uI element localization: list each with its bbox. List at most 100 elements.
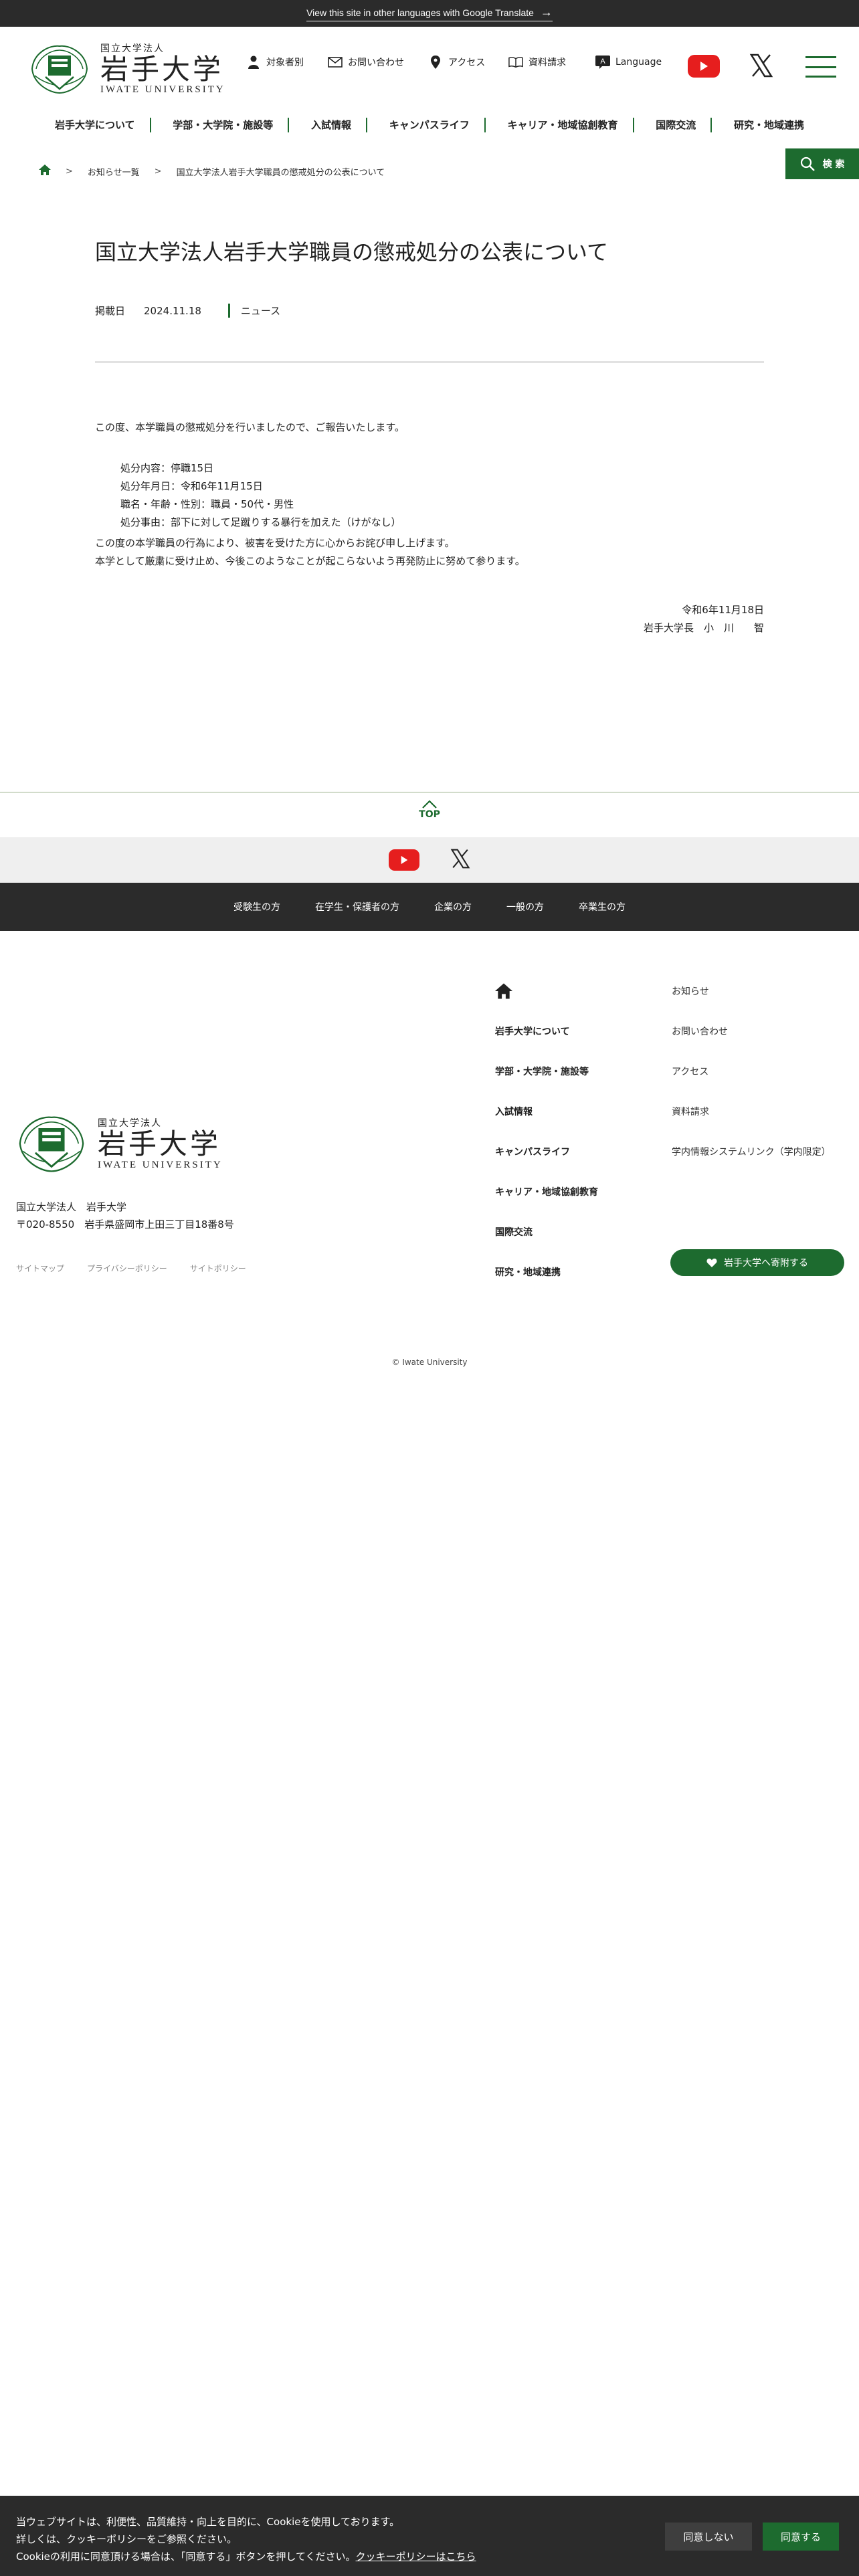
article-meta: 掲載日 2024.11.18 ニュース — [95, 304, 280, 318]
audience-students[interactable]: 在学生・保護者の方 — [315, 900, 399, 914]
breadcrumb-news-list[interactable]: お知らせ一覧 — [88, 165, 140, 178]
footer-address: 国立大学法人 岩手大学 〒020-8550 岩手県盛岡市上田三丁目18番8号 — [16, 1198, 234, 1233]
donate-button[interactable]: 岩手大学へ寄附する — [670, 1249, 844, 1276]
cookie-text: 当ウェブサイトは、利便性、品質維持・向上を目的に、Cookieを使用しております… — [16, 2513, 476, 2565]
audience-companies[interactable]: 企業の方 — [434, 900, 472, 914]
gnav-career[interactable]: キャリア・地域協創教育 — [492, 118, 634, 132]
cookie-policy-link[interactable]: クッキーポリシーはこちら — [356, 2551, 476, 2563]
footer-nav-main: 岩手大学について 学部・大学院・施設等 入試情報 キャンパスライフ キャリア・地… — [495, 971, 598, 1292]
mail-icon — [328, 55, 343, 70]
gnav-research[interactable]: 研究・地域連携 — [719, 118, 819, 132]
utility-brochure-link[interactable]: 資料請求 — [508, 55, 566, 70]
utility-label: アクセス — [448, 58, 486, 68]
chevron-up-icon — [422, 800, 437, 809]
privacy-policy-link[interactable]: プライバシーポリシー — [87, 1263, 167, 1274]
chevron-right-icon: > — [66, 166, 73, 177]
cookie-line: Cookieの利用に同意頂ける場合は、「同意する」ボタンを押してください。 — [16, 2551, 356, 2563]
utility-language-link[interactable]: A Language — [595, 55, 662, 70]
back-to-top-label: TOP — [419, 809, 440, 820]
signature-date: 令和6年11月18日 — [682, 604, 764, 616]
donate-label: 岩手大学へ寄附する — [724, 1258, 808, 1269]
cookie-line: 詳しくは、クッキーポリシーをご参照ください。 — [16, 2533, 237, 2545]
home-icon[interactable] — [39, 165, 51, 178]
utility-target-link[interactable]: 対象者別 — [246, 55, 304, 70]
translate-bar: View this site in other languages with G… — [0, 0, 859, 27]
footer-nav-intranet[interactable]: 学内情報システムリンク（学内限定） — [672, 1132, 831, 1172]
article-body: この度、本学職員の懲戒処分を行いましたので、ご報告いたします。 処分内容：停職1… — [95, 419, 764, 637]
audience-nav: 受験生の方 在学生・保護者の方 企業の方 一般の方 卒業生の方 — [0, 883, 859, 931]
youtube-button[interactable] — [688, 55, 720, 78]
address-line: 国立大学法人 岩手大学 — [16, 1201, 127, 1213]
utility-label: 資料請求 — [529, 58, 566, 68]
search-button[interactable]: 検 索 — [785, 148, 859, 179]
utility-contact-link[interactable]: お問い合わせ — [328, 55, 404, 70]
footer-youtube-button[interactable] — [389, 849, 419, 871]
footer-nav-faculties[interactable]: 学部・大学院・施設等 — [495, 1051, 598, 1091]
youtube-play-icon — [700, 62, 708, 71]
address-line: 〒020-8550 岩手県盛岡市上田三丁目18番8号 — [16, 1218, 234, 1230]
utility-access-link[interactable]: アクセス — [428, 55, 485, 70]
site-logo[interactable]: 国立大学法人 岩手大学 IWATE UNIVERSITY — [28, 41, 225, 96]
logo-text: 国立大学法人 岩手大学 IWATE UNIVERSITY — [98, 1116, 223, 1170]
logo-text: 国立大学法人 岩手大学 IWATE UNIVERSITY — [100, 41, 225, 96]
copyright: © Iwate University — [391, 1358, 468, 1367]
gnav-about[interactable]: 岩手大学について — [40, 118, 151, 132]
audience-alumni[interactable]: 卒業生の方 — [579, 900, 626, 914]
detail-item: 職名・年齢・性別：職員・50代・男性 — [120, 498, 294, 510]
apology-text: この度の本学職員の行為により、被害を受けた方に心からお詫び申し上げます。 本学と… — [95, 534, 764, 570]
published-date: 2024.11.18 — [144, 304, 201, 317]
footer-nav-campus-life[interactable]: キャンパスライフ — [495, 1132, 598, 1172]
gnav-faculties[interactable]: 学部・大学院・施設等 — [158, 118, 290, 132]
footer-nav-brochure[interactable]: 資料請求 — [672, 1091, 831, 1132]
footer-logo[interactable]: 国立大学法人 岩手大学 IWATE UNIVERSITY — [15, 1113, 223, 1174]
x-twitter-button[interactable] — [749, 53, 773, 78]
breadcrumb-current: 国立大学法人岩手大学職員の懲戒処分の公表について — [176, 167, 385, 178]
search-icon — [800, 156, 815, 171]
footer-policy-links: サイトマップ プライバシーポリシー サイトポリシー — [16, 1263, 246, 1274]
person-icon — [246, 55, 261, 70]
logo-en: IWATE UNIVERSITY — [98, 1159, 223, 1170]
footer-nav-contact[interactable]: お問い合わせ — [672, 1011, 831, 1051]
gnav-campus-life[interactable]: キャンパスライフ — [375, 118, 486, 132]
date-label: 掲載日 — [95, 305, 126, 317]
book-icon — [508, 55, 523, 70]
x-logo-icon — [749, 53, 773, 78]
university-emblem-icon — [31, 45, 88, 94]
footer-nav-career[interactable]: キャリア・地域協創教育 — [495, 1172, 598, 1212]
gnav-international[interactable]: 国際交流 — [641, 118, 712, 132]
audience-general[interactable]: 一般の方 — [506, 900, 544, 914]
cookie-banner: 当ウェブサイトは、利便性、品質維持・向上を目的に、Cookieを使用しております… — [0, 2496, 859, 2576]
logo-main: 岩手大学 — [100, 53, 224, 86]
youtube-play-icon — [401, 855, 408, 865]
signature-block: 令和6年11月18日 岩手大学長 小 川 智 — [95, 601, 764, 637]
cookie-deny-button[interactable]: 同意しない — [665, 2523, 752, 2551]
footer-nav-admissions[interactable]: 入試情報 — [495, 1091, 598, 1132]
disciplinary-details: 処分内容：停職15日 処分年月日：令和6年11月15日 職名・年齢・性別：職員・… — [95, 459, 764, 532]
footer-nav-about[interactable]: 岩手大学について — [495, 1011, 598, 1051]
sitemap-link[interactable]: サイトマップ — [16, 1263, 64, 1274]
cookie-accept-button[interactable]: 同意する — [763, 2523, 839, 2551]
page-title: 国立大学法人岩手大学職員の懲戒処分の公表について — [95, 239, 609, 265]
google-translate-link[interactable]: View this site in other languages with G… — [306, 5, 553, 21]
footer-home-icon[interactable] — [495, 971, 598, 1011]
footer-x-button[interactable] — [450, 849, 470, 871]
audience-prospective[interactable]: 受験生の方 — [233, 900, 280, 914]
gnav-admissions[interactable]: 入試情報 — [296, 118, 368, 132]
hamburger-menu-button[interactable] — [805, 53, 836, 80]
content-divider — [95, 361, 764, 363]
logo-main: 岩手大学 — [98, 1128, 221, 1161]
site-policy-link[interactable]: サイトポリシー — [190, 1263, 246, 1274]
detail-item: 処分年月日：令和6年11月15日 — [120, 480, 263, 492]
utility-label: 対象者別 — [266, 58, 304, 68]
university-emblem-icon — [19, 1116, 84, 1172]
menu-line — [805, 56, 836, 58]
footer-nav-international[interactable]: 国際交流 — [495, 1212, 598, 1252]
article-intro: この度、本学職員の懲戒処分を行いましたので、ご報告いたします。 — [95, 421, 405, 433]
language-icon: A — [595, 55, 610, 70]
footer-nav-research[interactable]: 研究・地域連携 — [495, 1252, 598, 1292]
footer-nav-sub: お知らせ お問い合わせ アクセス 資料請求 学内情報システムリンク（学内限定） — [672, 971, 831, 1172]
logo-en: IWATE UNIVERSITY — [100, 84, 225, 96]
footer-nav-access[interactable]: アクセス — [672, 1051, 831, 1091]
footer-nav-news[interactable]: お知らせ — [672, 971, 831, 1011]
back-to-top-button[interactable]: TOP — [409, 800, 450, 827]
